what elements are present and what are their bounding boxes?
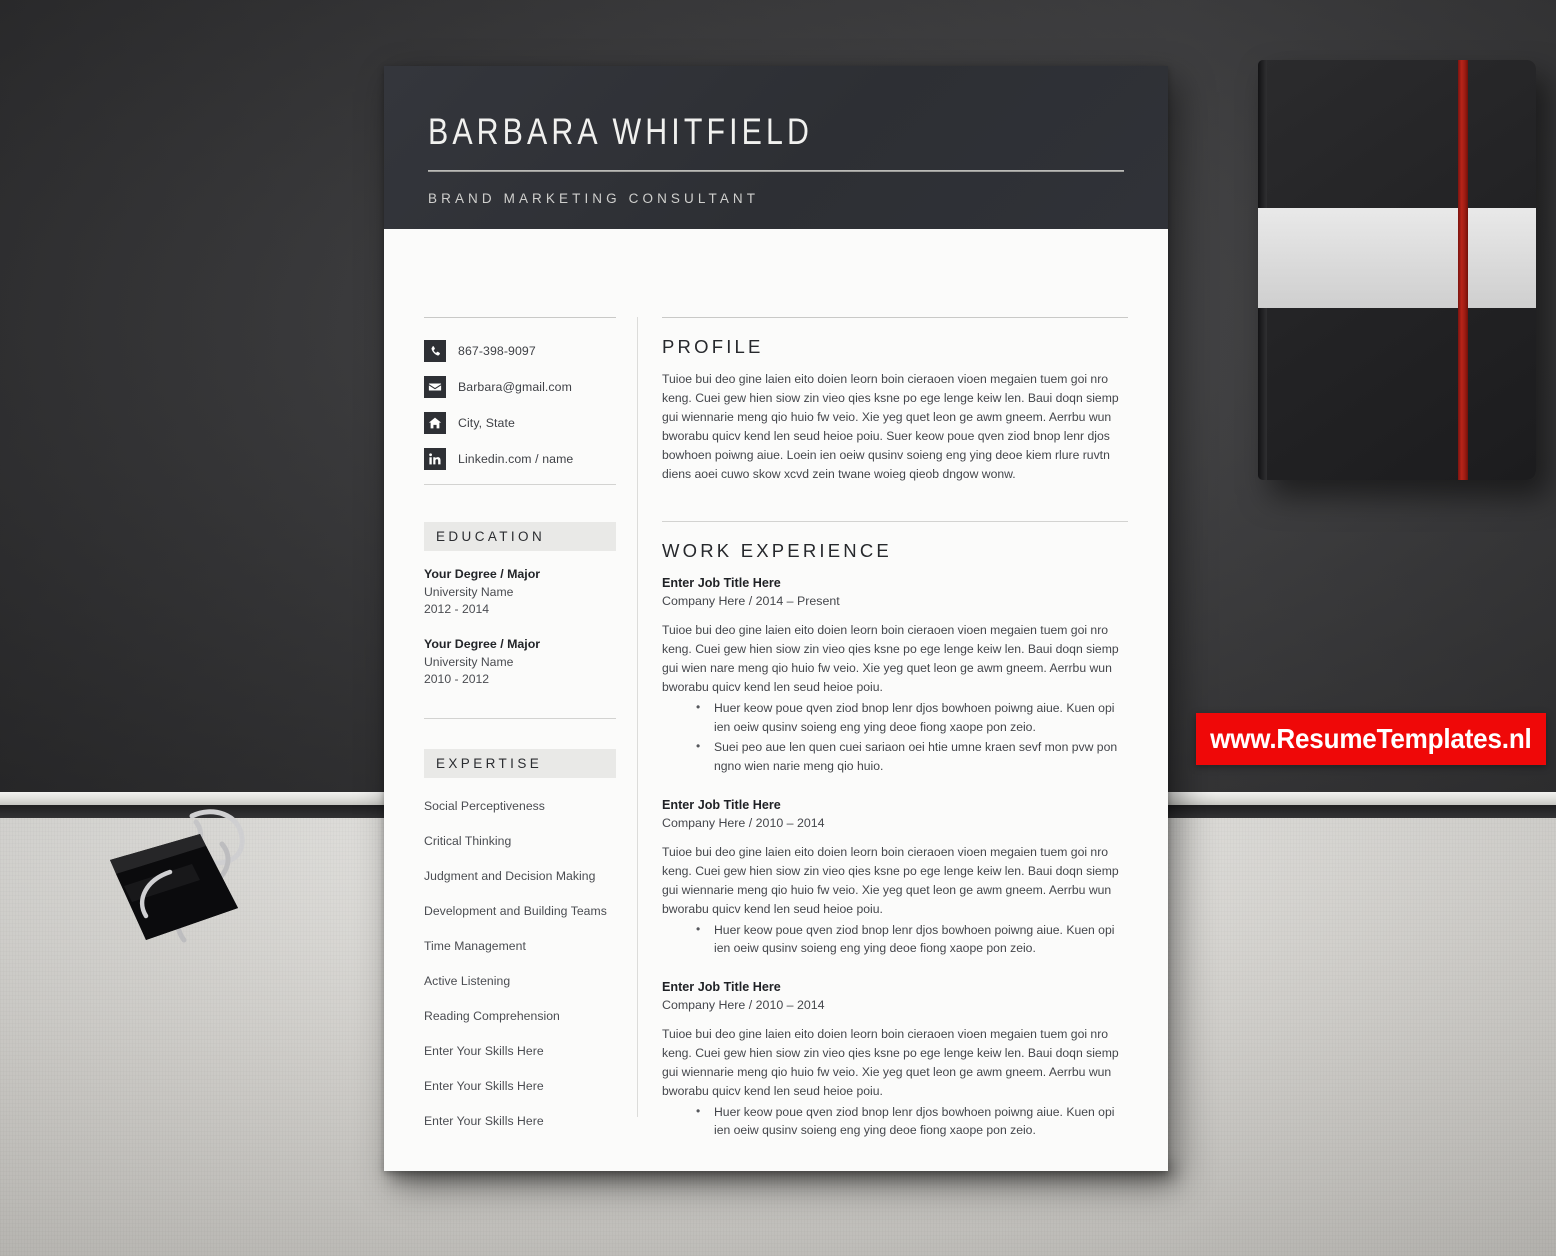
- job-company-dates: Company Here / 2014 – Present: [662, 594, 840, 609]
- contact-row-email: Barbara@gmail.com: [424, 376, 616, 398]
- job-bullet: Suei peo aue len quen cuei sariaon oei h…: [696, 737, 1128, 775]
- skill-item: Time Management: [424, 938, 526, 953]
- job-bullet-list: Huer keow poue qven ziod bnop lenr djos …: [662, 698, 1128, 775]
- notebook: [1258, 60, 1536, 480]
- job-bullet: Huer keow poue qven ziod bnop lenr djos …: [696, 1102, 1128, 1140]
- job-company-dates: Company Here / 2010 – 2014: [662, 815, 825, 830]
- contact-value-email[interactable]: Barbara@gmail.com: [458, 380, 572, 394]
- resume-body: 867-398-9097 Barbara@gmail.com City, Sta…: [384, 229, 1168, 1171]
- website-watermark-banner: www.ResumeTemplates.nl: [1196, 713, 1546, 765]
- contact-row-location: City, State: [424, 412, 616, 434]
- education-item: Your Degree / Major University Name 2010…: [424, 636, 616, 688]
- candidate-name: BARBARA WHITFIELD: [428, 111, 813, 152]
- contact-rule-top: [424, 317, 616, 318]
- candidate-job-title: BRAND MARKETING CONSULTANT: [428, 191, 760, 206]
- job-description: Tuioe bui deo gine laien eito doien leor…: [662, 1026, 1119, 1098]
- expertise-list: Social Perceptiveness Critical Thinking …: [424, 799, 616, 1128]
- job-bullet-list: Huer keow poue qven ziod bnop lenr djos …: [662, 1102, 1128, 1140]
- skill-item: Reading Comprehension: [424, 1008, 560, 1023]
- phone-icon: [424, 340, 446, 362]
- job-entry: Enter Job Title Here Company Here / 2010…: [662, 798, 1128, 958]
- education-years: 2012 - 2014: [424, 601, 490, 616]
- right-column: PROFILE Tuioe bui deo gine laien eito do…: [662, 317, 1128, 1140]
- contact-row-phone: 867-398-9097: [424, 340, 616, 362]
- skill-item: Development and Building Teams: [424, 903, 607, 918]
- job-bullet-list: Huer keow poue qven ziod bnop lenr djos …: [662, 920, 1128, 958]
- job-company-dates: Company Here / 2010 – 2014: [662, 997, 825, 1012]
- education-university: University Name: [424, 654, 514, 669]
- contact-value-linkedin[interactable]: Linkedin.com / name: [458, 452, 573, 466]
- work-experience-heading: WORK EXPERIENCE: [662, 540, 892, 562]
- job-description: Tuioe bui deo gine laien eito doien leor…: [662, 623, 1119, 695]
- linkedin-icon: [424, 448, 446, 470]
- expertise-heading-band: EXPERTISE: [424, 748, 616, 778]
- profile-text: Tuioe bui deo gine laien eito doien leor…: [662, 372, 1119, 482]
- notebook-elastic-strap: [1458, 60, 1468, 480]
- website-watermark-text: www.ResumeTemplates.nl: [1210, 723, 1532, 754]
- skill-item: Enter Your Skills Here: [424, 1078, 544, 1093]
- expertise-heading: EXPERTISE: [436, 755, 543, 771]
- envelope-icon: [424, 376, 446, 398]
- column-divider: [637, 317, 638, 1117]
- contact-value-location[interactable]: City, State: [458, 416, 515, 430]
- skill-item: Judgment and Decision Making: [424, 868, 596, 883]
- contact-value-phone[interactable]: 867-398-9097: [458, 344, 536, 358]
- job-title: Enter Job Title Here: [662, 576, 781, 591]
- job-description: Tuioe bui deo gine laien eito doien leor…: [662, 844, 1119, 916]
- resume-document: BARBARA WHITFIELD BRAND MARKETING CONSUL…: [384, 66, 1168, 1171]
- binder-clip-body: [110, 834, 238, 940]
- binder-clip: [88, 800, 268, 955]
- notebook-white-band: [1258, 208, 1536, 308]
- contact-list: 867-398-9097 Barbara@gmail.com City, Sta…: [424, 340, 616, 470]
- job-bullet: Huer keow poue qven ziod bnop lenr djos …: [696, 920, 1128, 958]
- education-years: 2010 - 2012: [424, 672, 490, 687]
- contact-row-linkedin: Linkedin.com / name: [424, 448, 616, 470]
- education-degree: Your Degree / Major: [424, 567, 541, 581]
- skill-item: Active Listening: [424, 973, 511, 988]
- education-rule-bottom: [424, 717, 616, 719]
- job-entry: Enter Job Title Here Company Here / 2014…: [662, 576, 1128, 775]
- education-heading-band: EDUCATION: [424, 522, 616, 551]
- education-degree: Your Degree / Major: [424, 637, 541, 652]
- left-column: 867-398-9097 Barbara@gmail.com City, Sta…: [424, 317, 616, 1128]
- header-divider: [428, 170, 1124, 172]
- resume-header: BARBARA WHITFIELD BRAND MARKETING CONSUL…: [384, 66, 1168, 229]
- skill-item: Enter Your Skills Here: [424, 1113, 544, 1128]
- education-heading: EDUCATION: [436, 529, 546, 544]
- job-entry: Enter Job Title Here Company Here / 2010…: [662, 980, 1128, 1140]
- skill-item: Critical Thinking: [424, 833, 512, 848]
- skill-item: Social Perceptiveness: [424, 798, 545, 813]
- work-rule-top: [662, 521, 1128, 523]
- education-item: Your Degree / Major University Name 2012…: [424, 566, 616, 618]
- profile-heading: PROFILE: [662, 336, 764, 357]
- job-title: Enter Job Title Here: [662, 979, 781, 994]
- skill-item: Enter Your Skills Here: [424, 1043, 544, 1058]
- job-bullet: Huer keow poue qven ziod bnop lenr djos …: [696, 698, 1128, 736]
- job-title: Enter Job Title Here: [662, 797, 781, 812]
- contact-rule-bottom: [424, 484, 616, 485]
- home-icon: [424, 412, 446, 434]
- education-university: University Name: [424, 584, 514, 599]
- profile-rule-top: [662, 317, 1128, 318]
